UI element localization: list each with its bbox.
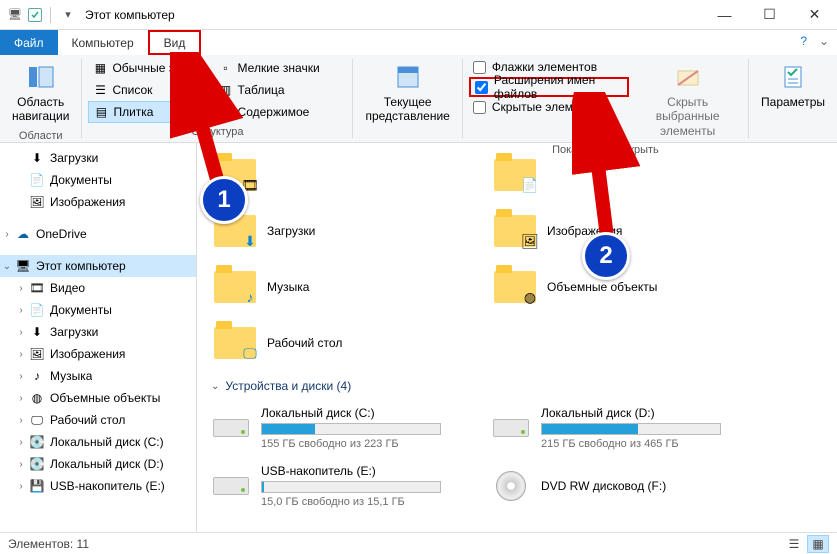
callout-marker-1: 1 (200, 176, 248, 224)
drive-e[interactable]: USB-накопитель (E:) 15,0 ГБ свободно из … (211, 457, 491, 515)
folder-3dobjects[interactable]: ◍Объемные объекты (491, 259, 771, 315)
thispc-icon: 🖥 (14, 258, 32, 274)
maximize-button[interactable]: ☐ (747, 0, 792, 30)
callout-arrow-2 (572, 92, 642, 242)
documents-icon: 📄 (28, 172, 46, 188)
window-title: Этот компьютер (85, 8, 175, 22)
tree-usbe[interactable]: ›💾USB-накопитель (E:) (0, 475, 196, 497)
tab-file[interactable]: Файл (0, 30, 58, 55)
main-content[interactable]: 🎞 📄 ⬇Загрузки 🖼Изображения ♪Музыка ◍Объе… (197, 143, 837, 532)
folder-icon: 🖼 (494, 215, 536, 247)
status-text: Элементов: 11 (8, 537, 89, 551)
dvd-icon (496, 471, 526, 501)
downloads-icon: ⬇ (28, 324, 46, 340)
nav-pane-label: Область навигации (12, 95, 69, 124)
tree-documents[interactable]: 📄Документы (0, 169, 196, 191)
usb-drive-icon (213, 477, 249, 495)
tree-music[interactable]: ›♪Музыка (0, 365, 196, 387)
drive-icon (493, 419, 529, 437)
folder-icon: 📄 (494, 159, 536, 191)
tree-3dobjects[interactable]: ›◍Объемные объекты (0, 387, 196, 409)
tree-this-pc[interactable]: ⌄🖥Этот компьютер (0, 255, 196, 277)
view-details-button[interactable]: ☰ (783, 535, 805, 553)
usb-icon: 💾 (28, 478, 46, 494)
chevron-down-icon: ⌄ (211, 381, 219, 392)
hide-selected-button[interactable]: Скрыть выбранные элементы (633, 57, 742, 142)
drive-c[interactable]: Локальный диск (C:) 155 ГБ свободно из 2… (211, 399, 491, 457)
tree-onedrive[interactable]: ›☁OneDrive (0, 223, 196, 245)
list-icon: ☰ (92, 82, 108, 98)
drive-icon: 💽 (28, 456, 46, 472)
options-button[interactable]: Параметры (755, 57, 831, 113)
current-view-button[interactable]: Текущее представление (359, 57, 455, 128)
nav-pane-button[interactable]: Область навигации (6, 57, 75, 128)
pictures-icon: 🖼 (28, 346, 46, 362)
desktop-icon: 🖵 (28, 412, 46, 428)
current-view-label: Текущее представление (365, 95, 449, 124)
tree-video[interactable]: ›🎞Видео (0, 277, 196, 299)
drive-f[interactable]: DVD RW дисковод (F:) (491, 457, 771, 515)
onedrive-icon: ☁ (14, 226, 32, 242)
capacity-bar (261, 481, 441, 493)
tab-computer[interactable]: Компьютер (58, 30, 148, 55)
callout-marker-2: 2 (582, 232, 630, 280)
drive-icon: 💽 (28, 434, 46, 450)
navigation-pane[interactable]: ⬇Загрузки 📄Документы 🖼Изображения ›☁OneD… (0, 143, 197, 532)
group-areas-label: Области (6, 128, 75, 144)
view-tiles-button[interactable]: ▦ (807, 535, 829, 553)
tree-downloads[interactable]: ⬇Загрузки (0, 147, 196, 169)
tree-diskc[interactable]: ›💽Локальный диск (C:) (0, 431, 196, 453)
tree-pictures2[interactable]: ›🖼Изображения (0, 343, 196, 365)
close-button[interactable]: ✕ (792, 0, 837, 30)
tree-downloads2[interactable]: ›⬇Загрузки (0, 321, 196, 343)
tree-desktop[interactable]: ›🖵Рабочий стол (0, 409, 196, 431)
tree-diskd[interactable]: ›💽Локальный диск (D:) (0, 453, 196, 475)
tree-pictures[interactable]: 🖼Изображения (0, 191, 196, 213)
documents-icon: 📄 (28, 302, 46, 318)
ribbon: Область навигации Области ▦Обычные значк… (0, 55, 837, 143)
folder-desktop[interactable]: 🖵Рабочий стол (211, 315, 491, 371)
drive-d[interactable]: Локальный диск (D:) 215 ГБ свободно из 4… (491, 399, 771, 457)
options-icon (777, 61, 809, 93)
minimize-button[interactable]: — (702, 0, 747, 30)
app-icon: 🖥 (6, 6, 24, 24)
ribbon-tabs: Файл Компьютер Вид ? ⌄ (0, 30, 837, 55)
tile-icon: ▤ (93, 104, 109, 120)
folder-item[interactable]: 🎞 (211, 147, 491, 203)
folder-music[interactable]: ♪Музыка (211, 259, 491, 315)
downloads-icon: ⬇ (28, 150, 46, 166)
status-bar: Элементов: 11 ☰ ▦ (0, 532, 837, 554)
folder-downloads[interactable]: ⬇Загрузки (211, 203, 491, 259)
drive-icon (213, 419, 249, 437)
video-icon: 🎞 (28, 280, 46, 296)
help-icon[interactable]: ? (800, 34, 807, 48)
qa-props-icon[interactable] (28, 8, 42, 22)
devices-section-header[interactable]: ⌄ Устройства и диски (4) (211, 379, 837, 393)
hide-icon (672, 61, 704, 93)
folder-icon: ♪ (214, 271, 256, 303)
icons-medium-icon: ▦ (92, 60, 108, 76)
folder-icon: ◍ (494, 271, 536, 303)
music-icon: ♪ (28, 368, 46, 384)
collapse-ribbon-icon[interactable]: ⌄ (819, 34, 829, 48)
tree-documents2[interactable]: ›📄Документы (0, 299, 196, 321)
nav-pane-icon (25, 61, 57, 93)
capacity-bar (541, 423, 721, 435)
dropdown-icon[interactable]: ▾ (59, 6, 77, 24)
3d-icon: ◍ (28, 390, 46, 406)
titlebar: 🖥 ▾ Этот компьютер — ☐ ✕ (0, 0, 837, 30)
pictures-icon: 🖼 (28, 194, 46, 210)
folder-icon: 🖵 (214, 327, 256, 359)
capacity-bar (261, 423, 441, 435)
current-view-icon (392, 61, 424, 93)
